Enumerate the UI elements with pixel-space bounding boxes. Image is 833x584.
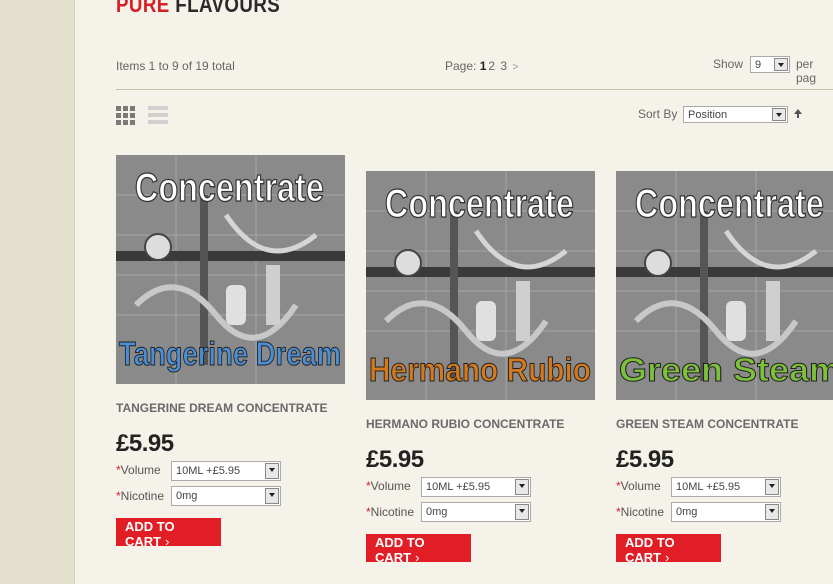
volume-select[interactable]: 10ML +£5.95 <box>671 477 781 497</box>
image-title-text: Concentrate <box>135 165 324 210</box>
product-name[interactable]: HERMANO RUBIO CONCENTRATE <box>366 417 564 431</box>
nicotine-value: 0mg <box>426 506 448 518</box>
grid-view-icon[interactable] <box>116 106 136 126</box>
items-count: Items 1 to 9 of 19 total <box>116 59 235 73</box>
image-title-text: Concentrate <box>385 181 574 226</box>
pager-page-3[interactable]: 3 <box>500 59 507 73</box>
nicotine-value: 0mg <box>676 506 698 518</box>
chevron-down-icon[interactable] <box>515 504 529 520</box>
product-price: £5.95 <box>616 446 674 473</box>
chevron-down-icon[interactable] <box>265 488 279 504</box>
page-title-dark: FLAVOURS <box>175 0 281 17</box>
product-price: £5.95 <box>116 430 174 457</box>
show-per-page-value: 9 <box>755 59 762 71</box>
left-sidebar-strip <box>0 0 75 584</box>
volume-label: *Volume <box>116 463 161 477</box>
nicotine-label: *Nicotine <box>116 489 165 503</box>
nicotine-value: 0mg <box>176 490 198 502</box>
volume-select[interactable]: 10ML +£5.95 <box>171 461 281 481</box>
volume-value: 10ML +£5.95 <box>426 481 491 493</box>
chevron-down-icon[interactable] <box>765 479 779 495</box>
image-subtitle-text: Tangerine Dream <box>119 335 341 372</box>
show-label: Show <box>713 57 744 71</box>
chevron-right-icon: › <box>165 534 170 549</box>
chevron-down-icon[interactable] <box>265 463 279 479</box>
chevron-down-icon[interactable] <box>774 58 788 71</box>
volume-value: 10ML +£5.95 <box>676 481 741 493</box>
product-name[interactable]: TANGERINE DREAM CONCENTRATE <box>116 401 328 415</box>
volume-value: 10ML +£5.95 <box>176 465 241 477</box>
show-per-page-select[interactable]: 9 <box>750 56 790 73</box>
sort-direction-arrow-icon[interactable] <box>794 109 802 119</box>
nicotine-label: *Nicotine <box>616 505 665 519</box>
volume-label: *Volume <box>616 479 661 493</box>
toolbar-divider <box>116 89 833 90</box>
product-price: £5.95 <box>366 446 424 473</box>
pager-label: Page: <box>445 59 477 73</box>
volume-label: *Volume <box>366 479 411 493</box>
add-to-cart-button[interactable]: ADD TO CART › <box>116 518 221 549</box>
add-to-cart-button[interactable]: ADD TO CART › <box>616 534 721 565</box>
sort-by-label: Sort By <box>638 107 678 121</box>
product-image[interactable]: Concentrate Hermano Rubio <box>366 171 595 400</box>
product-image[interactable]: Concentrate Green Steam <box>616 171 833 400</box>
image-subtitle-text: Green Steam <box>619 351 833 388</box>
per-page-label: per pag <box>796 57 817 85</box>
page-title: PURE FLAVOURS <box>116 0 280 18</box>
chevron-right-icon: › <box>415 550 420 565</box>
sort-by-select[interactable]: Position <box>683 106 788 123</box>
product-image[interactable]: Concentrate Tangerine Dream <box>116 155 345 384</box>
product-name[interactable]: GREEN STEAM CONCENTRATE <box>616 417 798 431</box>
nicotine-select[interactable]: 0mg <box>171 486 281 506</box>
image-subtitle-text: Hermano Rubio <box>369 351 591 388</box>
list-view-icon[interactable] <box>148 106 168 126</box>
pager: Page: 12 3 > <box>445 59 518 73</box>
nicotine-select[interactable]: 0mg <box>421 502 531 522</box>
image-title-text: Concentrate <box>635 181 824 226</box>
nicotine-select[interactable]: 0mg <box>671 502 781 522</box>
nicotine-label: *Nicotine <box>366 505 415 519</box>
chevron-down-icon[interactable] <box>772 108 786 121</box>
add-to-cart-button[interactable]: ADD TO CART › <box>366 534 471 565</box>
chevron-down-icon[interactable] <box>515 479 529 495</box>
chevron-right-icon: › <box>665 550 670 565</box>
page-title-red: PURE <box>116 0 170 17</box>
volume-select[interactable]: 10ML +£5.95 <box>421 477 531 497</box>
pager-current-page: 1 <box>479 59 487 73</box>
pager-page-2[interactable]: 2 <box>488 59 495 73</box>
chevron-down-icon[interactable] <box>765 504 779 520</box>
sort-by-value: Position <box>688 109 728 121</box>
pager-next-arrow[interactable]: > <box>512 62 518 73</box>
